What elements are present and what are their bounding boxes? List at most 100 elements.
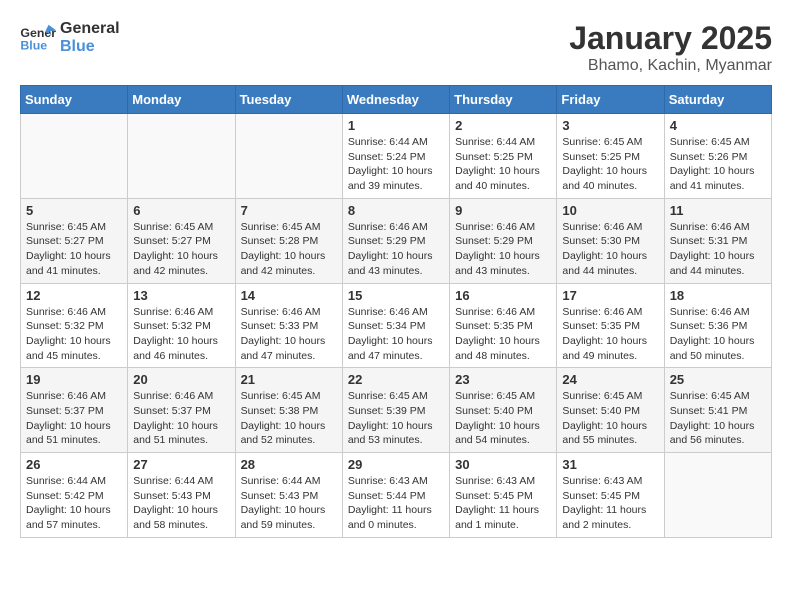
week-row-2: 5 Sunrise: 6:45 AM Sunset: 5:27 PM Daylig… [21, 198, 772, 283]
day-number: 4 [670, 118, 766, 133]
day-info: Sunrise: 6:46 AM Sunset: 5:34 PM Dayligh… [348, 305, 444, 364]
calendar-cell: 2 Sunrise: 6:44 AM Sunset: 5:25 PM Daylig… [450, 114, 557, 199]
day-info: Sunrise: 6:45 AM Sunset: 5:41 PM Dayligh… [670, 389, 766, 448]
title-block: January 2025 Bhamo, Kachin, Myanmar [569, 20, 772, 75]
day-info: Sunrise: 6:43 AM Sunset: 5:45 PM Dayligh… [455, 474, 551, 533]
day-number: 11 [670, 203, 766, 218]
weekday-header-wednesday: Wednesday [342, 86, 449, 114]
day-number: 29 [348, 457, 444, 472]
day-info: Sunrise: 6:45 AM Sunset: 5:27 PM Dayligh… [133, 220, 229, 279]
day-number: 26 [26, 457, 122, 472]
day-info: Sunrise: 6:43 AM Sunset: 5:44 PM Dayligh… [348, 474, 444, 533]
calendar-cell [235, 114, 342, 199]
day-number: 23 [455, 372, 551, 387]
day-info: Sunrise: 6:45 AM Sunset: 5:40 PM Dayligh… [455, 389, 551, 448]
day-number: 22 [348, 372, 444, 387]
day-info: Sunrise: 6:46 AM Sunset: 5:35 PM Dayligh… [455, 305, 551, 364]
day-info: Sunrise: 6:46 AM Sunset: 5:33 PM Dayligh… [241, 305, 337, 364]
weekday-header-friday: Friday [557, 86, 664, 114]
calendar-cell: 27 Sunrise: 6:44 AM Sunset: 5:43 PM Dayli… [128, 453, 235, 538]
calendar-cell: 12 Sunrise: 6:46 AM Sunset: 5:32 PM Dayli… [21, 283, 128, 368]
calendar-cell: 7 Sunrise: 6:45 AM Sunset: 5:28 PM Daylig… [235, 198, 342, 283]
calendar-cell: 18 Sunrise: 6:46 AM Sunset: 5:36 PM Dayli… [664, 283, 771, 368]
day-info: Sunrise: 6:44 AM Sunset: 5:25 PM Dayligh… [455, 135, 551, 194]
day-number: 15 [348, 288, 444, 303]
calendar-cell: 19Sunrise: 6:46 AM Sunset: 5:37 PM Dayli… [21, 368, 128, 453]
logo-general: General [60, 20, 120, 38]
calendar-cell [664, 453, 771, 538]
day-info: Sunrise: 6:45 AM Sunset: 5:25 PM Dayligh… [562, 135, 658, 194]
day-number: 1 [348, 118, 444, 133]
calendar-cell: 11 Sunrise: 6:46 AM Sunset: 5:31 PM Dayli… [664, 198, 771, 283]
day-number: 19 [26, 372, 122, 387]
day-info: Sunrise: 6:46 AM Sunset: 5:32 PM Dayligh… [26, 305, 122, 364]
day-number: 17 [562, 288, 658, 303]
day-info: Sunrise: 6:44 AM Sunset: 5:43 PM Dayligh… [241, 474, 337, 533]
calendar-cell: 17 Sunrise: 6:46 AM Sunset: 5:35 PM Dayli… [557, 283, 664, 368]
calendar-cell: 13 Sunrise: 6:46 AM Sunset: 5:32 PM Dayli… [128, 283, 235, 368]
calendar-cell: 22Sunrise: 6:45 AM Sunset: 5:39 PM Dayli… [342, 368, 449, 453]
day-number: 5 [26, 203, 122, 218]
weekday-header-monday: Monday [128, 86, 235, 114]
week-row-5: 26Sunrise: 6:44 AM Sunset: 5:42 PM Dayli… [21, 453, 772, 538]
week-row-1: 1 Sunrise: 6:44 AM Sunset: 5:24 PM Daylig… [21, 114, 772, 199]
day-number: 7 [241, 203, 337, 218]
day-info: Sunrise: 6:46 AM Sunset: 5:30 PM Dayligh… [562, 220, 658, 279]
calendar-cell: 6 Sunrise: 6:45 AM Sunset: 5:27 PM Daylig… [128, 198, 235, 283]
logo-icon: General Blue [20, 23, 56, 53]
day-number: 10 [562, 203, 658, 218]
day-number: 28 [241, 457, 337, 472]
calendar-cell: 29 Sunrise: 6:43 AM Sunset: 5:44 PM Dayli… [342, 453, 449, 538]
logo: General Blue General Blue [20, 20, 120, 55]
day-number: 6 [133, 203, 229, 218]
calendar-cell: 28 Sunrise: 6:44 AM Sunset: 5:43 PM Dayli… [235, 453, 342, 538]
day-number: 14 [241, 288, 337, 303]
day-info: Sunrise: 6:46 AM Sunset: 5:29 PM Dayligh… [348, 220, 444, 279]
day-number: 2 [455, 118, 551, 133]
day-info: Sunrise: 6:46 AM Sunset: 5:37 PM Dayligh… [133, 389, 229, 448]
day-info: Sunrise: 6:46 AM Sunset: 5:35 PM Dayligh… [562, 305, 658, 364]
calendar-cell: 5 Sunrise: 6:45 AM Sunset: 5:27 PM Daylig… [21, 198, 128, 283]
calendar-cell [21, 114, 128, 199]
day-info: Sunrise: 6:46 AM Sunset: 5:31 PM Dayligh… [670, 220, 766, 279]
calendar-cell: 24Sunrise: 6:45 AM Sunset: 5:40 PM Dayli… [557, 368, 664, 453]
week-row-3: 12 Sunrise: 6:46 AM Sunset: 5:32 PM Dayli… [21, 283, 772, 368]
day-number: 8 [348, 203, 444, 218]
day-number: 3 [562, 118, 658, 133]
day-number: 13 [133, 288, 229, 303]
day-info: Sunrise: 6:44 AM Sunset: 5:24 PM Dayligh… [348, 135, 444, 194]
day-number: 16 [455, 288, 551, 303]
calendar-cell: 31 Sunrise: 6:43 AM Sunset: 5:45 PM Dayli… [557, 453, 664, 538]
day-number: 31 [562, 457, 658, 472]
day-number: 25 [670, 372, 766, 387]
calendar-cell: 14 Sunrise: 6:46 AM Sunset: 5:33 PM Dayli… [235, 283, 342, 368]
month-title: January 2025 [569, 20, 772, 57]
svg-text:Blue: Blue [20, 38, 47, 52]
day-info: Sunrise: 6:43 AM Sunset: 5:45 PM Dayligh… [562, 474, 658, 533]
calendar-table: SundayMondayTuesdayWednesdayThursdayFrid… [20, 85, 772, 538]
day-info: Sunrise: 6:46 AM Sunset: 5:36 PM Dayligh… [670, 305, 766, 364]
day-number: 21 [241, 372, 337, 387]
day-number: 30 [455, 457, 551, 472]
calendar-cell: 26Sunrise: 6:44 AM Sunset: 5:42 PM Dayli… [21, 453, 128, 538]
day-number: 27 [133, 457, 229, 472]
day-info: Sunrise: 6:44 AM Sunset: 5:43 PM Dayligh… [133, 474, 229, 533]
day-number: 18 [670, 288, 766, 303]
day-info: Sunrise: 6:46 AM Sunset: 5:32 PM Dayligh… [133, 305, 229, 364]
weekday-header-saturday: Saturday [664, 86, 771, 114]
calendar-cell: 15 Sunrise: 6:46 AM Sunset: 5:34 PM Dayli… [342, 283, 449, 368]
calendar-cell: 1 Sunrise: 6:44 AM Sunset: 5:24 PM Daylig… [342, 114, 449, 199]
day-number: 24 [562, 372, 658, 387]
day-number: 12 [26, 288, 122, 303]
calendar-cell: 10 Sunrise: 6:46 AM Sunset: 5:30 PM Dayli… [557, 198, 664, 283]
calendar-cell: 4Sunrise: 6:45 AM Sunset: 5:26 PM Daylig… [664, 114, 771, 199]
day-info: Sunrise: 6:46 AM Sunset: 5:29 PM Dayligh… [455, 220, 551, 279]
calendar-cell [128, 114, 235, 199]
day-info: Sunrise: 6:45 AM Sunset: 5:27 PM Dayligh… [26, 220, 122, 279]
day-number: 9 [455, 203, 551, 218]
location-title: Bhamo, Kachin, Myanmar [569, 57, 772, 75]
day-info: Sunrise: 6:45 AM Sunset: 5:28 PM Dayligh… [241, 220, 337, 279]
weekday-header-row: SundayMondayTuesdayWednesdayThursdayFrid… [21, 86, 772, 114]
weekday-header-tuesday: Tuesday [235, 86, 342, 114]
week-row-4: 19 Sunrise: 6:46 AM Sunset: 5:37 PM Dayli… [21, 368, 772, 453]
